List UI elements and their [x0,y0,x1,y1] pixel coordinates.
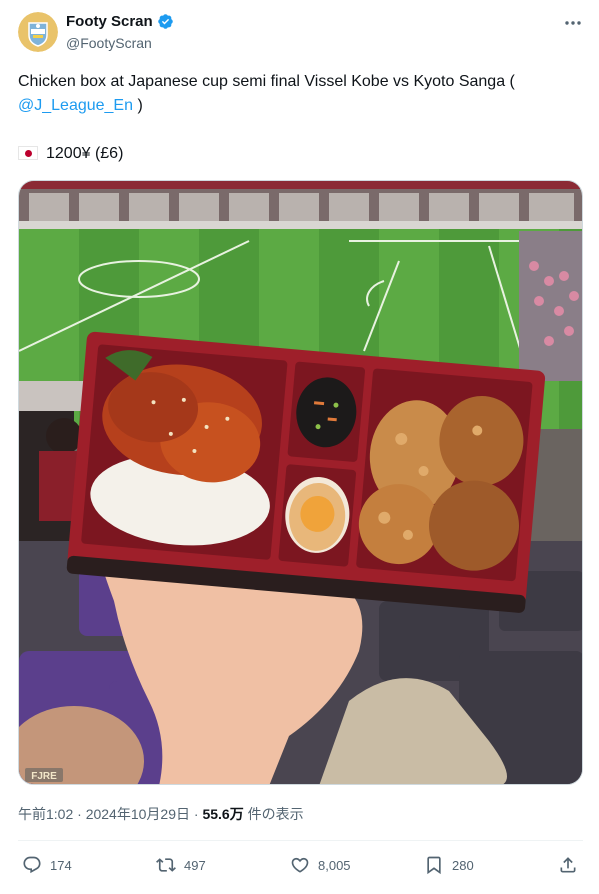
post-date[interactable]: 2024年10月29日 [86,806,190,822]
repost-button[interactable]: 497 [156,852,206,878]
more-options-button[interactable] [560,12,586,34]
meta-separator-2: · [190,806,203,822]
repost-icon [156,858,176,872]
author-name[interactable]: Footy Scran [66,13,153,30]
tweet-meta: 午前1:02 · 2024年10月29日 · 55.6万 件の表示 [18,804,304,824]
post-time[interactable]: 午前1:02 [18,806,73,822]
reply-button[interactable]: 174 [22,852,72,878]
views-label: 件の表示 [243,806,304,822]
like-count: 8,005 [318,857,351,873]
tweet-header: Footy Scran @FootyScran [0,0,599,62]
reply-icon [23,856,41,874]
repost-count: 497 [184,857,206,873]
meta-separator: · [73,806,86,822]
price-text: 1200¥ (£6) [46,145,124,162]
text-suffix: ) [133,97,143,114]
divider [18,840,583,841]
like-button[interactable]: 8,005 [290,852,351,878]
views-count: 55.6万 [202,806,244,822]
bento-photo: FJRE [19,181,582,784]
avatar[interactable] [18,12,58,52]
bookmark-count: 280 [452,857,474,873]
verified-badge-icon [157,14,173,29]
tweet-text-line-1: Chicken box at Japanese cup semi final V… [18,73,515,90]
japan-flag-icon [18,146,38,160]
heart-icon [291,857,309,873]
footy-scran-logo-icon [18,12,58,52]
spacer-line [18,118,578,142]
more-dots-icon [565,21,581,25]
tweet-text-line-2: @J_League_En ) [18,94,578,118]
share-button[interactable] [558,852,586,878]
mention-link[interactable]: @J_League_En [18,97,133,114]
reply-count: 174 [50,857,72,873]
tweet-photo[interactable]: FJRE [18,180,583,785]
bookmark-button[interactable]: 280 [424,852,474,878]
bookmark-icon [427,856,441,875]
action-bar: 174 497 8,005 280 [18,852,583,878]
author-handle[interactable]: @FootyScran [66,35,152,51]
price-line: 1200¥ (£6) [18,142,578,166]
share-icon [560,857,576,873]
tweet-body: Chicken box at Japanese cup semi final V… [18,70,578,166]
photo-watermark: FJRE [31,771,57,782]
